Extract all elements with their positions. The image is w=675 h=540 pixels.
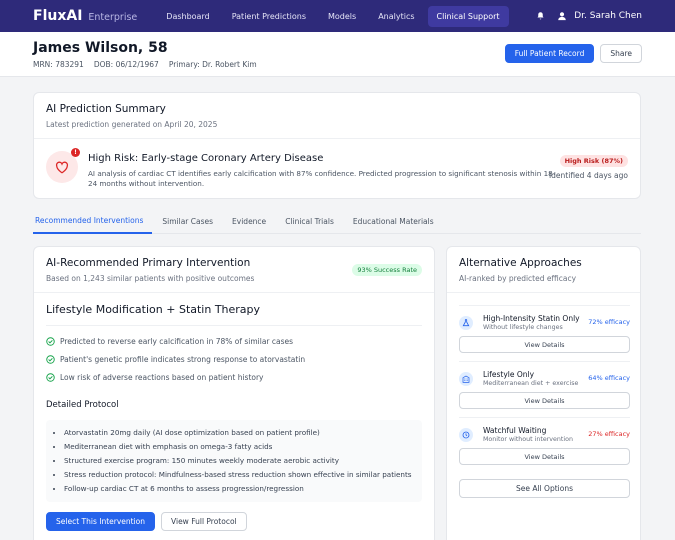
tab-similar-cases[interactable]: Similar Cases [162,208,222,234]
brand-subtitle: Enterprise [88,12,138,23]
bell-icon[interactable] [535,11,545,21]
protocol-item: Follow-up cardiac CT at 6 months to asse… [64,482,412,496]
protocol-item: Structured exercise program: 150 minutes… [64,454,412,468]
view-details-button[interactable]: View Details [459,392,630,409]
benefit-text: Predicted to reverse early calcification… [60,336,294,346]
summary-subtitle: Latest prediction generated on April 20,… [46,120,218,129]
protocol-box: Atorvastatin 20mg daily (AI dose optimiz… [46,420,422,502]
top-navigation: FluxAI Enterprise Dashboard Patient Pred… [0,0,675,32]
brand-name: FluxAI [33,8,83,24]
tab-clinical-trials[interactable]: Clinical Trials [285,208,343,234]
alternative-approaches-card: Alternative Approaches AI-ranked by pred… [446,246,641,540]
intervention-name: Lifestyle Modification + Statin Therapy [46,303,422,326]
primary-intervention-card: AI-Recommended Primary Intervention Base… [33,246,435,540]
list-item: Predicted to reverse early calcification… [46,332,422,350]
alternative-efficacy: 64% efficacy [588,374,630,382]
protocol-item: Stress reduction protocol: Mindfulness-b… [64,468,412,482]
tab-recommended-interventions[interactable]: Recommended Interventions [33,208,153,234]
alternative-name: Watchful Waiting [483,426,547,435]
nav-item-clinical-support[interactable]: Clinical Support [427,5,509,27]
tab-educational-materials[interactable]: Educational Materials [353,208,443,234]
nav-item-analytics[interactable]: Analytics [369,6,423,27]
patient-header: James Wilson, 58 MRN: 783291 DOB: 06/12/… [0,32,675,77]
check-circle-icon [46,354,55,364]
risk-item[interactable]: ! High Risk: Early-stage Coronary Artery… [34,139,640,199]
alternative-item-statin: High-Intensity Statin Only Without lifes… [459,305,630,353]
full-patient-record-button[interactable]: Full Patient Record [504,44,595,63]
user-menu[interactable]: Dr. Sarah Chen [557,11,642,21]
success-rate-badge: 93% Success Rate [352,264,422,276]
alternative-description: Without lifestyle changes [483,324,563,331]
see-all-options-button[interactable]: See All Options [459,479,630,498]
alternative-description: Monitor without intervention [483,436,573,443]
nav-item-models[interactable]: Models [319,6,365,27]
alternative-description: Mediterranean diet + exercise [483,380,579,387]
heart-icon: ! [46,148,80,183]
nav-menu: Dashboard Patient Predictions Models Ana… [157,5,509,27]
view-details-button[interactable]: View Details [459,448,630,465]
nav-item-dashboard[interactable]: Dashboard [157,6,218,27]
user-name: Dr. Sarah Chen [574,11,642,21]
patient-mrn: MRN: 783291 [33,60,84,69]
tab-evidence[interactable]: Evidence [232,208,275,234]
benefit-text: Patient's genetic profile indicates stro… [60,354,306,364]
alternative-item-watchful: Watchful Waiting Monitor without interve… [459,417,630,465]
alternative-name: High-Intensity Statin Only [483,314,580,323]
risk-description: AI analysis of cardiac CT identifies ear… [88,169,556,188]
nav-item-patient-predictions[interactable]: Patient Predictions [223,6,315,27]
share-button[interactable]: Share [600,44,642,63]
risk-identified-time: Identified 4 days ago [548,171,628,180]
alternative-name: Lifestyle Only [483,370,535,379]
user-icon [557,11,567,21]
list-item: Low risk of adverse reactions based on p… [46,368,422,386]
list-item: Patient's genetic profile indicates stro… [46,350,422,368]
check-circle-icon [46,336,55,346]
risk-level-badge: High Risk (87%) [559,155,628,167]
summary-title: AI Prediction Summary [46,103,166,115]
flask-icon [459,316,473,330]
protocol-item: Atorvastatin 20mg daily (AI dose optimiz… [64,426,412,440]
protocol-item: Mediterranean diet with emphasis on omeg… [64,440,412,454]
alternatives-title: Alternative Approaches [459,257,582,269]
alternative-item-lifestyle: Lifestyle Only Mediterranean diet + exer… [459,361,630,409]
prediction-summary-card: AI Prediction Summary Latest prediction … [33,92,641,199]
check-circle-icon [46,372,55,382]
intervention-benefits: Predicted to reverse early calcification… [46,332,422,386]
patient-dob: DOB: 06/12/1967 [93,60,159,69]
alternative-efficacy: 72% efficacy [588,318,630,326]
alternatives-subtitle: AI-ranked by predicted efficacy [459,274,577,283]
alternative-efficacy: 27% efficacy [588,430,630,438]
risk-title: High Risk: Early-stage Coronary Artery D… [88,153,324,164]
brand-logo[interactable]: FluxAI Enterprise [33,8,137,24]
building-icon [459,372,473,386]
select-intervention-button[interactable]: Select This Intervention [46,512,156,531]
tab-bar: Recommended Interventions Similar Cases … [33,208,641,234]
protocol-title: Detailed Protocol [46,400,119,410]
view-full-protocol-button[interactable]: View Full Protocol [161,512,247,531]
clock-icon [459,428,473,442]
patient-primary-physician: Primary: Dr. Robert Kim [168,60,257,69]
alert-badge-icon: ! [71,148,80,157]
benefit-text: Low risk of adverse reactions based on p… [60,372,264,382]
view-details-button[interactable]: View Details [459,336,630,353]
